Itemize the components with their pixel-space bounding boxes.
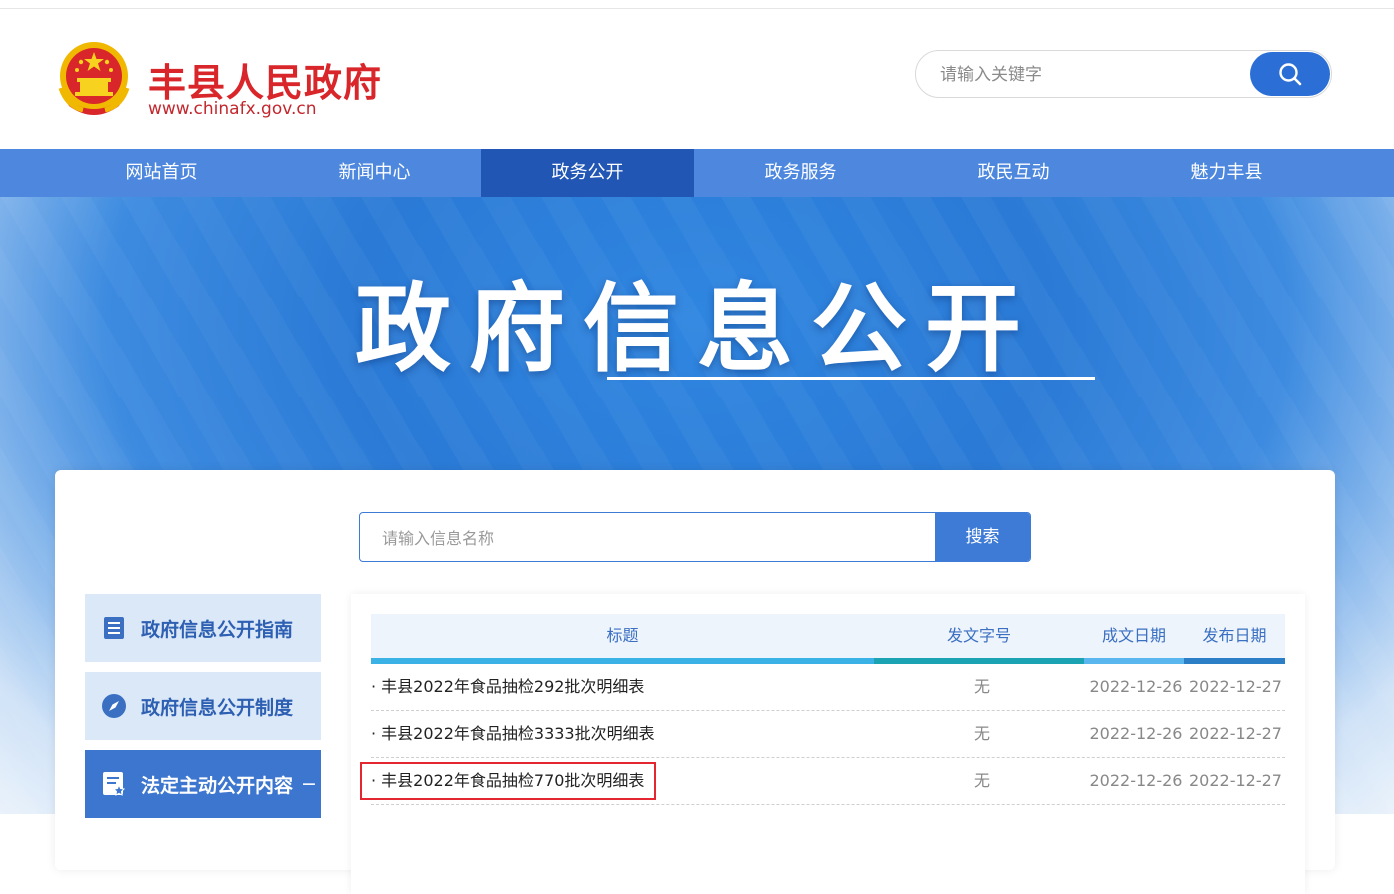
collapse-toggle[interactable]: − bbox=[301, 773, 317, 795]
table-row: · 丰县2022年食品抽检770批次明细表 无 2022-12-26 2022-… bbox=[371, 758, 1285, 805]
national-emblem-logo bbox=[57, 40, 131, 118]
header-doc-no: 发文字号 bbox=[946, 626, 1011, 645]
row-doc-no: 无 bbox=[973, 771, 990, 790]
header-search-input[interactable] bbox=[938, 51, 1242, 99]
banner-underline bbox=[607, 377, 1095, 380]
content-card: 搜索 政府信息公开指南 政府信息公开制度 bbox=[55, 470, 1335, 894]
sidebar-item-label: 法定主动公开内容 bbox=[141, 774, 294, 797]
compass-icon bbox=[101, 693, 127, 719]
search-icon bbox=[1279, 63, 1302, 86]
sidebar-item-guide[interactable]: 政府信息公开指南 bbox=[85, 594, 321, 662]
header-title: 标题 bbox=[606, 626, 639, 645]
sidebar-item-statutory-content[interactable]: 法定主动公开内容 − bbox=[85, 750, 321, 818]
site-header: 丰县人民政府 www.chinafx.gov.cn bbox=[0, 9, 1394, 149]
nav-item-government-affairs[interactable]: 政务公开 bbox=[481, 149, 694, 197]
header-publish-date: 发布日期 bbox=[1202, 626, 1267, 645]
row-publish-date: 2022-12-27 bbox=[1189, 771, 1282, 790]
header-search-button[interactable] bbox=[1250, 52, 1330, 96]
row-written-date: 2022-12-26 bbox=[1089, 677, 1183, 696]
nav-item-interaction[interactable]: 政民互动 bbox=[907, 149, 1120, 197]
header-search-box bbox=[915, 50, 1332, 99]
document-list-panel: 标题 发文字号 成文日期 发布日期 · 丰县2022年食品抽检292批次明细表 … bbox=[351, 594, 1305, 894]
nav-item-charm-fengxian[interactable]: 魅力丰县 bbox=[1120, 149, 1333, 197]
document-star-icon bbox=[101, 771, 127, 797]
main-nav: 网站首页 新闻中心 政务公开 政务服务 政民互动 魅力丰县 bbox=[0, 149, 1394, 197]
table-row: · 丰县2022年食品抽检292批次明细表 无 2022-12-26 2022-… bbox=[371, 664, 1285, 711]
sidebar-item-label: 政府信息公开指南 bbox=[141, 618, 294, 641]
info-search-button[interactable]: 搜索 bbox=[935, 513, 1030, 561]
info-search-box: 搜索 bbox=[359, 512, 1031, 562]
row-written-date: 2022-12-26 bbox=[1089, 724, 1183, 743]
sidebar: 政府信息公开指南 政府信息公开制度 法定主动公开内容 − bbox=[85, 594, 321, 828]
table-header: 标题 发文字号 成文日期 发布日期 bbox=[371, 614, 1285, 664]
header-written-date: 成文日期 bbox=[1101, 626, 1166, 645]
sidebar-item-system[interactable]: 政府信息公开制度 bbox=[85, 672, 321, 740]
row-title-link[interactable]: · 丰县2022年食品抽检292批次明细表 bbox=[371, 664, 644, 710]
info-search-input[interactable] bbox=[380, 513, 924, 561]
nav-item-home[interactable]: 网站首页 bbox=[55, 149, 268, 197]
top-border bbox=[0, 0, 1394, 9]
row-publish-date: 2022-12-27 bbox=[1189, 724, 1282, 743]
row-publish-date: 2022-12-27 bbox=[1189, 677, 1282, 696]
banner-title: 政府信息公开 bbox=[355, 273, 1039, 385]
sidebar-item-label: 政府信息公开制度 bbox=[141, 696, 294, 719]
row-title-link[interactable]: · 丰县2022年食品抽检770批次明细表 bbox=[371, 758, 644, 804]
row-title-link[interactable]: · 丰县2022年食品抽检3333批次明细表 bbox=[371, 711, 655, 757]
row-written-date: 2022-12-26 bbox=[1089, 771, 1183, 790]
table-row: · 丰县2022年食品抽检3333批次明细表 无 2022-12-26 2022… bbox=[371, 711, 1285, 758]
row-doc-no: 无 bbox=[973, 724, 990, 743]
site-url: www.chinafx.gov.cn bbox=[148, 99, 317, 119]
row-doc-no: 无 bbox=[973, 677, 990, 696]
nav-item-services[interactable]: 政务服务 bbox=[694, 149, 907, 197]
list-icon bbox=[101, 615, 127, 641]
nav-item-news[interactable]: 新闻中心 bbox=[268, 149, 481, 197]
